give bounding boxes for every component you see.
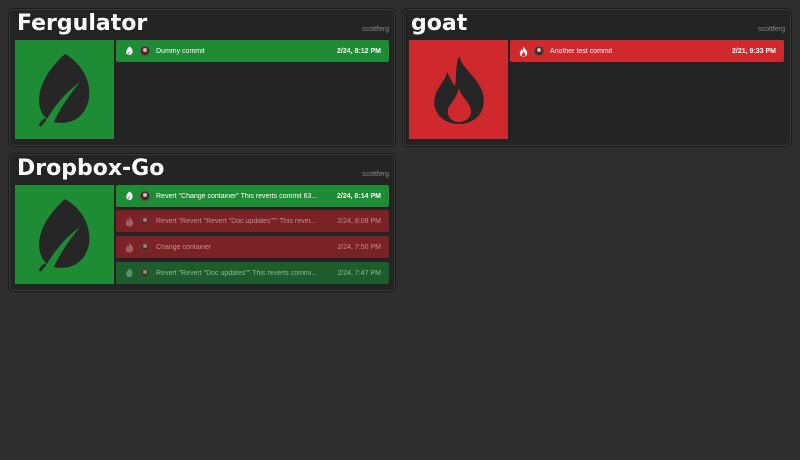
commit-time: 2/24, 8:14 PM <box>337 192 381 200</box>
commit-time: 2/24, 7:50 PM <box>337 243 381 251</box>
leaf-icon <box>15 185 114 284</box>
commit-time: 2/24, 8:12 PM <box>337 47 381 55</box>
project-title[interactable]: Dropbox-Go <box>17 156 164 181</box>
project-card-fergulator[interactable]: Fergulator scottferg Dummy commit 2/24, … <box>8 8 396 147</box>
commit-time: 2/21, 9:33 PM <box>732 47 776 55</box>
commit-message: Another test commit <box>550 47 613 55</box>
leaf-icon <box>123 45 135 57</box>
commit-message: Change container <box>156 243 212 251</box>
commit-time: 2/24, 8:09 PM <box>337 217 381 225</box>
commit-row[interactable]: Dummy commit 2/24, 8:12 PM <box>116 40 389 62</box>
project-title[interactable]: goat <box>411 11 467 36</box>
commit-message: Revert "Revert "Revert "Doc updates""" T… <box>156 217 317 225</box>
project-owner: scottferg <box>362 171 389 178</box>
leaf-icon <box>123 267 135 279</box>
commit-row[interactable]: Revert "Change container" This reverts c… <box>116 185 389 207</box>
commit-time: 2/24, 7:47 PM <box>337 269 381 277</box>
commit-row[interactable]: Revert "Revert "Revert "Doc updates""" T… <box>116 210 389 232</box>
commit-row[interactable]: Revert "Revert "Doc updates"" This rever… <box>116 262 389 284</box>
commit-message: Revert "Revert "Doc updates"" This rever… <box>156 269 318 277</box>
fire-icon <box>517 45 529 57</box>
project-owner: scottferg <box>362 26 389 33</box>
avatar <box>534 46 544 56</box>
project-card-dropbox-go[interactable]: Dropbox-Go scottferg Revert "Change cont… <box>8 153 396 292</box>
avatar <box>140 242 150 252</box>
commit-message: Dummy commit <box>156 47 205 55</box>
fire-icon <box>123 215 135 227</box>
commit-message: Revert "Change container" This reverts c… <box>156 192 318 200</box>
project-title[interactable]: Fergulator <box>17 11 147 36</box>
avatar <box>140 268 150 278</box>
avatar <box>140 46 150 56</box>
avatar <box>140 191 150 201</box>
leaf-icon <box>15 40 114 139</box>
commit-row[interactable]: Another test commit 2/21, 9:33 PM <box>510 40 784 62</box>
fire-icon <box>409 40 508 139</box>
project-card-goat[interactable]: goat scottferg Another test commit 2/21,… <box>402 8 792 147</box>
commit-row[interactable]: Change container 2/24, 7:50 PM <box>116 236 389 258</box>
project-owner: scottferg <box>758 26 785 33</box>
leaf-icon <box>123 190 135 202</box>
avatar <box>140 216 150 226</box>
fire-icon <box>123 241 135 253</box>
